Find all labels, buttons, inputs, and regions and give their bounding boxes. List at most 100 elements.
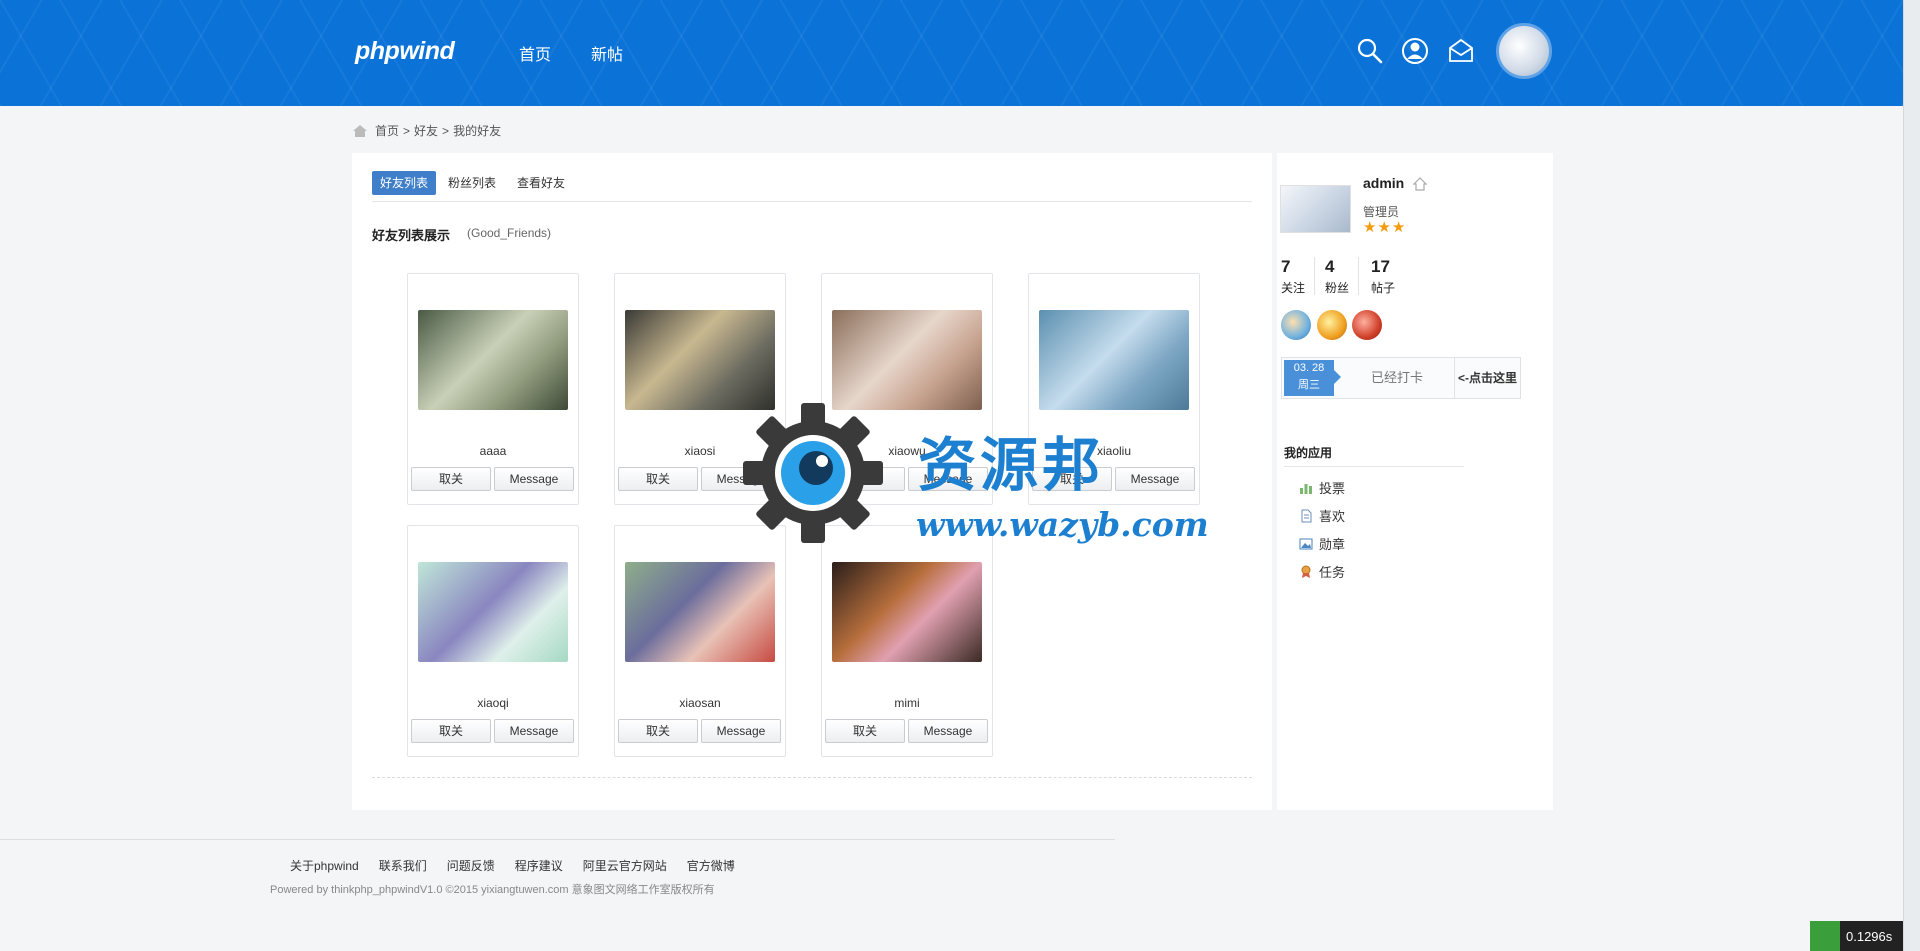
friend-card: xiaosan 取关 Message: [614, 525, 786, 757]
home-icon[interactable]: [1413, 177, 1427, 191]
app-item-task[interactable]: 任务: [1299, 562, 1345, 581]
friend-card: aaaa 取关 Message: [407, 273, 579, 505]
footer-link-suggest[interactable]: 程序建议: [515, 857, 563, 874]
checkin-weekday: 周三: [1298, 379, 1320, 391]
message-button[interactable]: Message: [701, 719, 781, 743]
breadcrumb-current: 我的好友: [453, 124, 502, 138]
footer-link-weibo[interactable]: 官方微博: [687, 857, 735, 874]
stat-number: 7: [1281, 257, 1291, 276]
app-label: 喜欢: [1319, 509, 1346, 524]
nav-home[interactable]: 首页: [519, 41, 551, 65]
app-label: 任务: [1319, 565, 1346, 580]
tab-fans-list[interactable]: 粉丝列表: [440, 171, 504, 195]
stat-label: 关注: [1281, 281, 1306, 295]
search-icon[interactable]: [1356, 37, 1384, 65]
user-icon[interactable]: [1401, 37, 1429, 65]
profile-avatar[interactable]: [1280, 185, 1351, 233]
stat-divider: [1358, 257, 1359, 295]
tab-view-friends[interactable]: 查看好友: [509, 171, 573, 195]
watermark-url: www.wazyb.com: [916, 505, 1209, 544]
message-button[interactable]: Message: [1115, 467, 1195, 491]
top-header: phpwind 首页 新帖: [0, 0, 1903, 106]
unfollow-button[interactable]: 取关: [825, 719, 905, 743]
profile-stars: ★★★: [1363, 219, 1407, 236]
nav-new-posts[interactable]: 新帖: [591, 41, 623, 65]
friend-name[interactable]: xiaoqi: [408, 696, 578, 710]
footer-links: 关于phpwind 联系我们 问题反馈 程序建议 阿里云官方网站 官方微博: [290, 857, 735, 874]
stat-number: 4: [1325, 257, 1335, 276]
stat-label: 粉丝: [1325, 281, 1350, 295]
watermark-gear-icon: [743, 403, 883, 543]
checkin-status: 已经打卡: [1370, 370, 1423, 385]
stat-following[interactable]: 7 关注: [1281, 257, 1305, 296]
friend-name[interactable]: aaaa: [408, 444, 578, 458]
site-logo[interactable]: phpwind: [355, 37, 455, 66]
timer-value: 0.1296s: [1846, 928, 1893, 944]
footer-link-feedback[interactable]: 问题反馈: [447, 857, 495, 874]
document-icon: [1301, 509, 1312, 522]
breadcrumb-sep: >: [403, 123, 411, 138]
bar-chart-icon: [1300, 483, 1312, 494]
section-subtitle: (Good_Friends): [467, 226, 552, 240]
app-label: 投票: [1319, 481, 1346, 496]
message-button[interactable]: Message: [494, 719, 574, 743]
timer-badge-icon: [1810, 921, 1840, 951]
friend-photo[interactable]: [832, 310, 982, 410]
scrollbar[interactable]: [1903, 0, 1920, 951]
medal-icon[interactable]: [1317, 310, 1347, 340]
profile-name[interactable]: admin: [1363, 175, 1404, 191]
footer-link-contact[interactable]: 联系我们: [379, 857, 427, 874]
picture-icon: [1299, 538, 1313, 549]
apps-title: 我的应用: [1284, 446, 1333, 460]
stat-fans[interactable]: 4 粉丝: [1325, 257, 1349, 296]
friend-name[interactable]: mimi: [822, 696, 992, 710]
checkin-date: 03. 28: [1293, 362, 1325, 374]
stat-posts[interactable]: 17 帖子: [1371, 257, 1395, 296]
award-icon: [1301, 565, 1311, 578]
friend-photo[interactable]: [625, 562, 775, 662]
unfollow-button[interactable]: 取关: [618, 719, 698, 743]
apps-divider: [1284, 466, 1464, 467]
header-avatar[interactable]: [1496, 23, 1552, 79]
mail-icon[interactable]: [1447, 37, 1475, 65]
stat-label: 帖子: [1371, 281, 1396, 295]
calendar-arrow: [1334, 370, 1341, 384]
breadcrumb-sep: >: [442, 123, 450, 138]
app-item-medal[interactable]: 勋章: [1299, 534, 1345, 553]
app-item-like[interactable]: 喜欢: [1299, 506, 1345, 525]
friend-photo[interactable]: [418, 562, 568, 662]
friend-card: mimi 取关 Message: [821, 525, 993, 757]
tab-friend-list[interactable]: 好友列表: [372, 171, 437, 195]
medal-icon[interactable]: [1352, 310, 1382, 340]
profile-sidebar: admin 管理员 ★★★ 7 关注 4 粉丝 17 帖子 03. 28 周三 …: [1277, 153, 1553, 810]
dashed-divider: [372, 777, 1252, 778]
message-button[interactable]: Message: [494, 467, 574, 491]
breadcrumb-friends[interactable]: 好友: [414, 122, 438, 139]
tab-divider: [372, 201, 1252, 202]
debug-timer[interactable]: 0.1296s: [1810, 921, 1903, 951]
friend-name[interactable]: xiaosan: [615, 696, 785, 710]
friend-photo[interactable]: [832, 562, 982, 662]
app-label: 勋章: [1319, 537, 1346, 552]
checkin-box[interactable]: 03. 28 周三 已经打卡 <-点击这里: [1281, 357, 1521, 399]
home-icon: [353, 124, 367, 137]
watermark-title: 资源邦: [918, 431, 1105, 499]
checkin-hint[interactable]: <-点击这里: [1454, 358, 1517, 398]
friend-photo[interactable]: [418, 310, 568, 410]
footer-link-aliyun[interactable]: 阿里云官方网站: [583, 857, 667, 874]
checkin-calendar: 03. 28 周三: [1284, 360, 1334, 396]
friend-photo[interactable]: [625, 310, 775, 410]
message-button[interactable]: Message: [908, 719, 988, 743]
app-item-vote[interactable]: 投票: [1299, 478, 1345, 497]
stat-number: 17: [1371, 257, 1390, 276]
unfollow-button[interactable]: 取关: [411, 719, 491, 743]
footer-copyright: Powered by thinkphp_phpwindV1.0 ©2015 yi…: [270, 884, 715, 896]
unfollow-button[interactable]: 取关: [618, 467, 698, 491]
unfollow-button[interactable]: 取关: [411, 467, 491, 491]
footer-link-about[interactable]: 关于phpwind: [290, 857, 359, 874]
breadcrumb: 首页 > 好友 > 我的好友: [353, 122, 501, 139]
breadcrumb-home[interactable]: 首页: [375, 122, 399, 139]
friend-photo[interactable]: [1039, 310, 1189, 410]
medal-icon[interactable]: [1281, 310, 1311, 340]
friend-card: xiaoqi 取关 Message: [407, 525, 579, 757]
